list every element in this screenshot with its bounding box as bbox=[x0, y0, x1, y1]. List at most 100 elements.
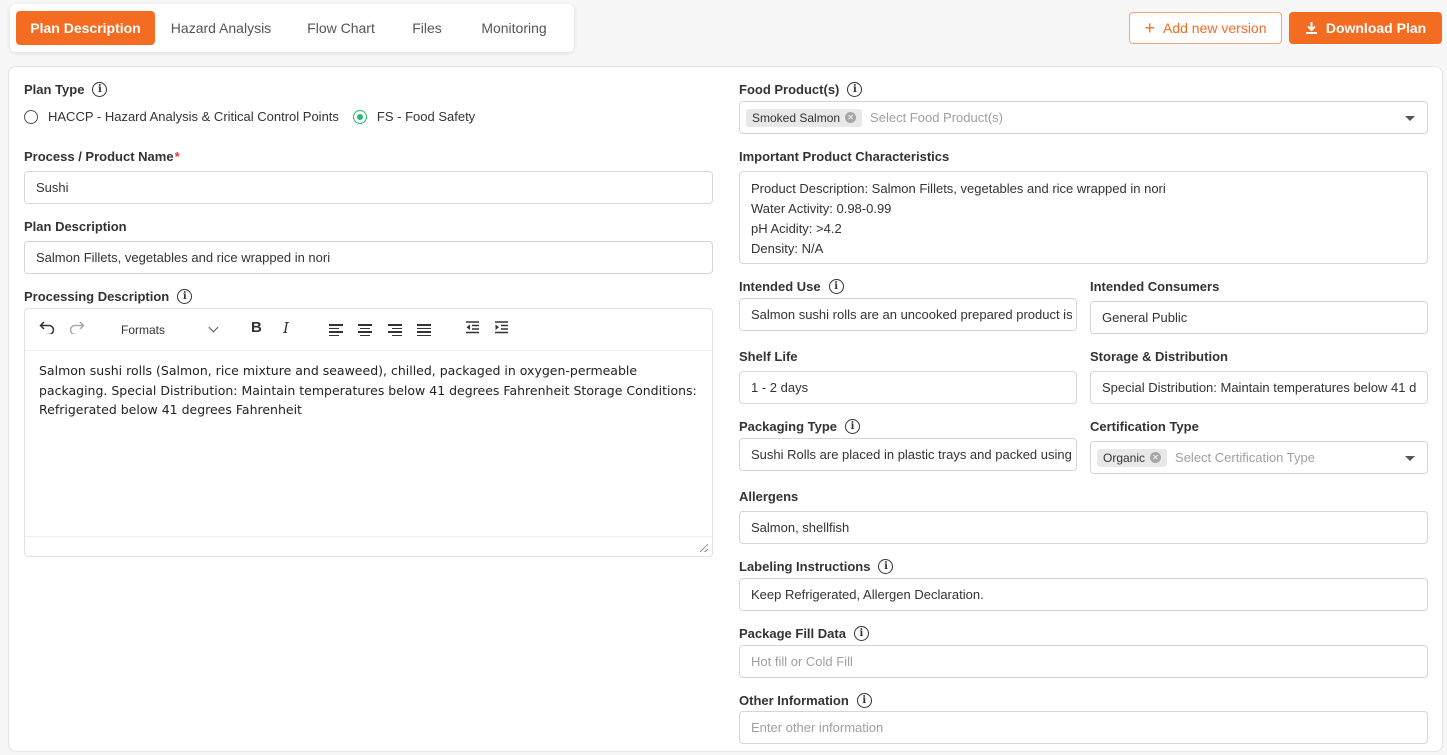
rich-text-editor: Formats B I Salmon sushi rolls (Salmon, … bbox=[24, 308, 713, 557]
required-mark: * bbox=[174, 149, 180, 164]
shelf-life-label-text: Shelf Life bbox=[739, 349, 798, 364]
characteristic-line: Product Description: Salmon Fillets, veg… bbox=[751, 181, 1166, 196]
other-information-input[interactable]: Enter other information bbox=[739, 711, 1428, 744]
info-icon[interactable]: i bbox=[853, 626, 869, 641]
package-fill-label: Package Fill Data i bbox=[739, 626, 869, 641]
resize-handle-icon[interactable] bbox=[700, 544, 708, 552]
allergens-label: Allergens bbox=[739, 489, 798, 504]
certification-chip: Organic ✕ bbox=[1097, 448, 1168, 467]
intended-use-label: Intended Use i bbox=[739, 279, 844, 294]
process-name-input[interactable]: Sushi bbox=[24, 171, 713, 204]
certification-type-select[interactable]: Organic ✕ Select Certification Type bbox=[1090, 441, 1428, 474]
package-fill-input[interactable]: Hot fill or Cold Fill bbox=[739, 645, 1428, 678]
radio-fs-label[interactable]: FS - Food Safety bbox=[377, 109, 475, 124]
plan-type-radio-group: HACCP - Hazard Analysis & Critical Contr… bbox=[24, 109, 475, 124]
characteristic-line: Water Activity: 0.98-0.99 bbox=[751, 201, 892, 216]
plan-description-label-text: Plan Description bbox=[24, 219, 127, 234]
info-icon[interactable]: i bbox=[177, 289, 193, 304]
editor-statusbar bbox=[25, 536, 712, 556]
info-icon[interactable]: i bbox=[845, 419, 861, 434]
plan-description-label: Plan Description bbox=[24, 219, 127, 234]
shelf-life-input[interactable]: 1 - 2 days bbox=[739, 371, 1077, 404]
italic-icon[interactable]: I bbox=[283, 319, 289, 337]
align-center-icon[interactable] bbox=[358, 322, 372, 342]
other-information-label: Other Information i bbox=[739, 693, 872, 708]
certification-chip-label: Organic bbox=[1103, 450, 1146, 465]
add-new-version-button[interactable]: + Add new version bbox=[1129, 12, 1282, 44]
tab-bar: Plan Description Hazard Analysis Flow Ch… bbox=[10, 4, 574, 52]
formats-dropdown[interactable]: Formats bbox=[115, 318, 223, 342]
tab-files[interactable]: Files bbox=[402, 11, 452, 45]
food-products-label: Food Product(s) i bbox=[739, 82, 863, 97]
chevron-down-icon bbox=[208, 322, 219, 333]
food-products-label-text: Food Product(s) bbox=[739, 82, 840, 97]
intended-consumers-label: Intended Consumers bbox=[1090, 279, 1219, 294]
add-new-version-label: Add new version bbox=[1163, 20, 1267, 36]
other-information-label-text: Other Information bbox=[739, 693, 849, 708]
intended-use-input[interactable]: Salmon sushi rolls are an uncooked prepa… bbox=[739, 298, 1077, 331]
info-icon[interactable]: i bbox=[847, 82, 863, 97]
radio-haccp[interactable] bbox=[24, 109, 38, 124]
allergens-label-text: Allergens bbox=[739, 489, 799, 504]
download-plan-button[interactable]: Download Plan bbox=[1289, 12, 1442, 44]
storage-distribution-label-text: Storage & Distribution bbox=[1090, 349, 1228, 364]
undo-icon[interactable] bbox=[39, 320, 55, 338]
indent-icon[interactable] bbox=[494, 321, 509, 338]
align-justify-icon[interactable] bbox=[417, 322, 431, 342]
intended-consumers-input[interactable]: General Public bbox=[1090, 301, 1428, 334]
info-icon[interactable]: i bbox=[828, 279, 844, 294]
plan-description-input[interactable]: Salmon Fillets, vegetables and rice wrap… bbox=[24, 241, 713, 274]
shelf-life-label: Shelf Life bbox=[739, 349, 798, 364]
labeling-instructions-label: Labeling Instructions i bbox=[739, 559, 894, 574]
food-products-select[interactable]: Smoked Salmon ✕ Select Food Product(s) bbox=[739, 101, 1428, 134]
formats-label: Formats bbox=[121, 323, 166, 337]
labeling-instructions-input[interactable]: Keep Refrigerated, Allergen Declaration. bbox=[739, 578, 1428, 611]
important-characteristics-label: Important Product Characteristics bbox=[739, 149, 949, 164]
remove-chip-icon[interactable]: ✕ bbox=[845, 112, 857, 123]
package-fill-label-text: Package Fill Data bbox=[739, 626, 846, 641]
remove-chip-icon[interactable]: ✕ bbox=[1150, 452, 1162, 463]
important-characteristics-label-text: Important Product Characteristics bbox=[739, 149, 950, 164]
dropdown-caret-icon[interactable] bbox=[1405, 456, 1415, 461]
radio-fs[interactable] bbox=[352, 109, 367, 124]
info-icon[interactable]: i bbox=[92, 82, 108, 97]
characteristic-line: Density: N/A bbox=[751, 241, 824, 256]
tab-monitoring[interactable]: Monitoring bbox=[468, 11, 560, 45]
food-product-chip-label: Smoked Salmon bbox=[752, 110, 841, 125]
process-name-label-text: Process / Product Name bbox=[24, 149, 174, 164]
food-product-chip: Smoked Salmon ✕ bbox=[746, 108, 863, 127]
tab-hazard-analysis[interactable]: Hazard Analysis bbox=[162, 11, 280, 45]
download-icon bbox=[1305, 22, 1317, 34]
info-icon[interactable]: i bbox=[856, 693, 872, 708]
processing-description-label-text: Processing Description bbox=[24, 289, 170, 304]
align-left-icon[interactable] bbox=[329, 322, 343, 342]
dropdown-caret-icon[interactable] bbox=[1405, 116, 1415, 121]
intended-use-label-text: Intended Use bbox=[739, 279, 821, 294]
plus-icon: + bbox=[1144, 18, 1155, 38]
packaging-type-input[interactable]: Sushi Rolls are placed in plastic trays … bbox=[739, 438, 1077, 471]
intended-consumers-label-text: Intended Consumers bbox=[1090, 279, 1220, 294]
editor-content[interactable]: Salmon sushi rolls (Salmon, rice mixture… bbox=[25, 351, 712, 430]
bold-icon[interactable]: B bbox=[251, 319, 262, 336]
important-characteristics-textarea[interactable]: Product Description: Salmon Fillets, veg… bbox=[739, 171, 1428, 264]
packaging-type-label-text: Packaging Type bbox=[739, 419, 838, 434]
outdent-icon[interactable] bbox=[465, 321, 480, 338]
labeling-instructions-label-text: Labeling Instructions bbox=[739, 559, 871, 574]
process-name-label: Process / Product Name * bbox=[24, 149, 180, 164]
radio-haccp-label[interactable]: HACCP - Hazard Analysis & Critical Contr… bbox=[48, 109, 339, 124]
tab-flow-chart[interactable]: Flow Chart bbox=[293, 11, 389, 45]
align-right-icon[interactable] bbox=[388, 322, 402, 342]
allergens-input[interactable]: Salmon, shellfish bbox=[739, 511, 1428, 544]
storage-distribution-input[interactable]: Special Distribution: Maintain temperatu… bbox=[1090, 371, 1428, 404]
certification-type-label-text: Certification Type bbox=[1090, 419, 1199, 434]
processing-description-label: Processing Description i bbox=[24, 289, 193, 304]
characteristic-line: pH Acidity: >4.2 bbox=[751, 221, 842, 236]
food-products-placeholder: Select Food Product(s) bbox=[870, 110, 1003, 125]
plan-type-label-text: Plan Type bbox=[24, 82, 85, 97]
info-icon[interactable]: i bbox=[878, 559, 894, 574]
redo-icon[interactable] bbox=[69, 320, 85, 338]
tab-plan-description[interactable]: Plan Description bbox=[16, 11, 155, 45]
packaging-type-label: Packaging Type i bbox=[739, 419, 861, 434]
certification-placeholder: Select Certification Type bbox=[1175, 450, 1315, 465]
download-plan-label: Download Plan bbox=[1325, 20, 1427, 36]
